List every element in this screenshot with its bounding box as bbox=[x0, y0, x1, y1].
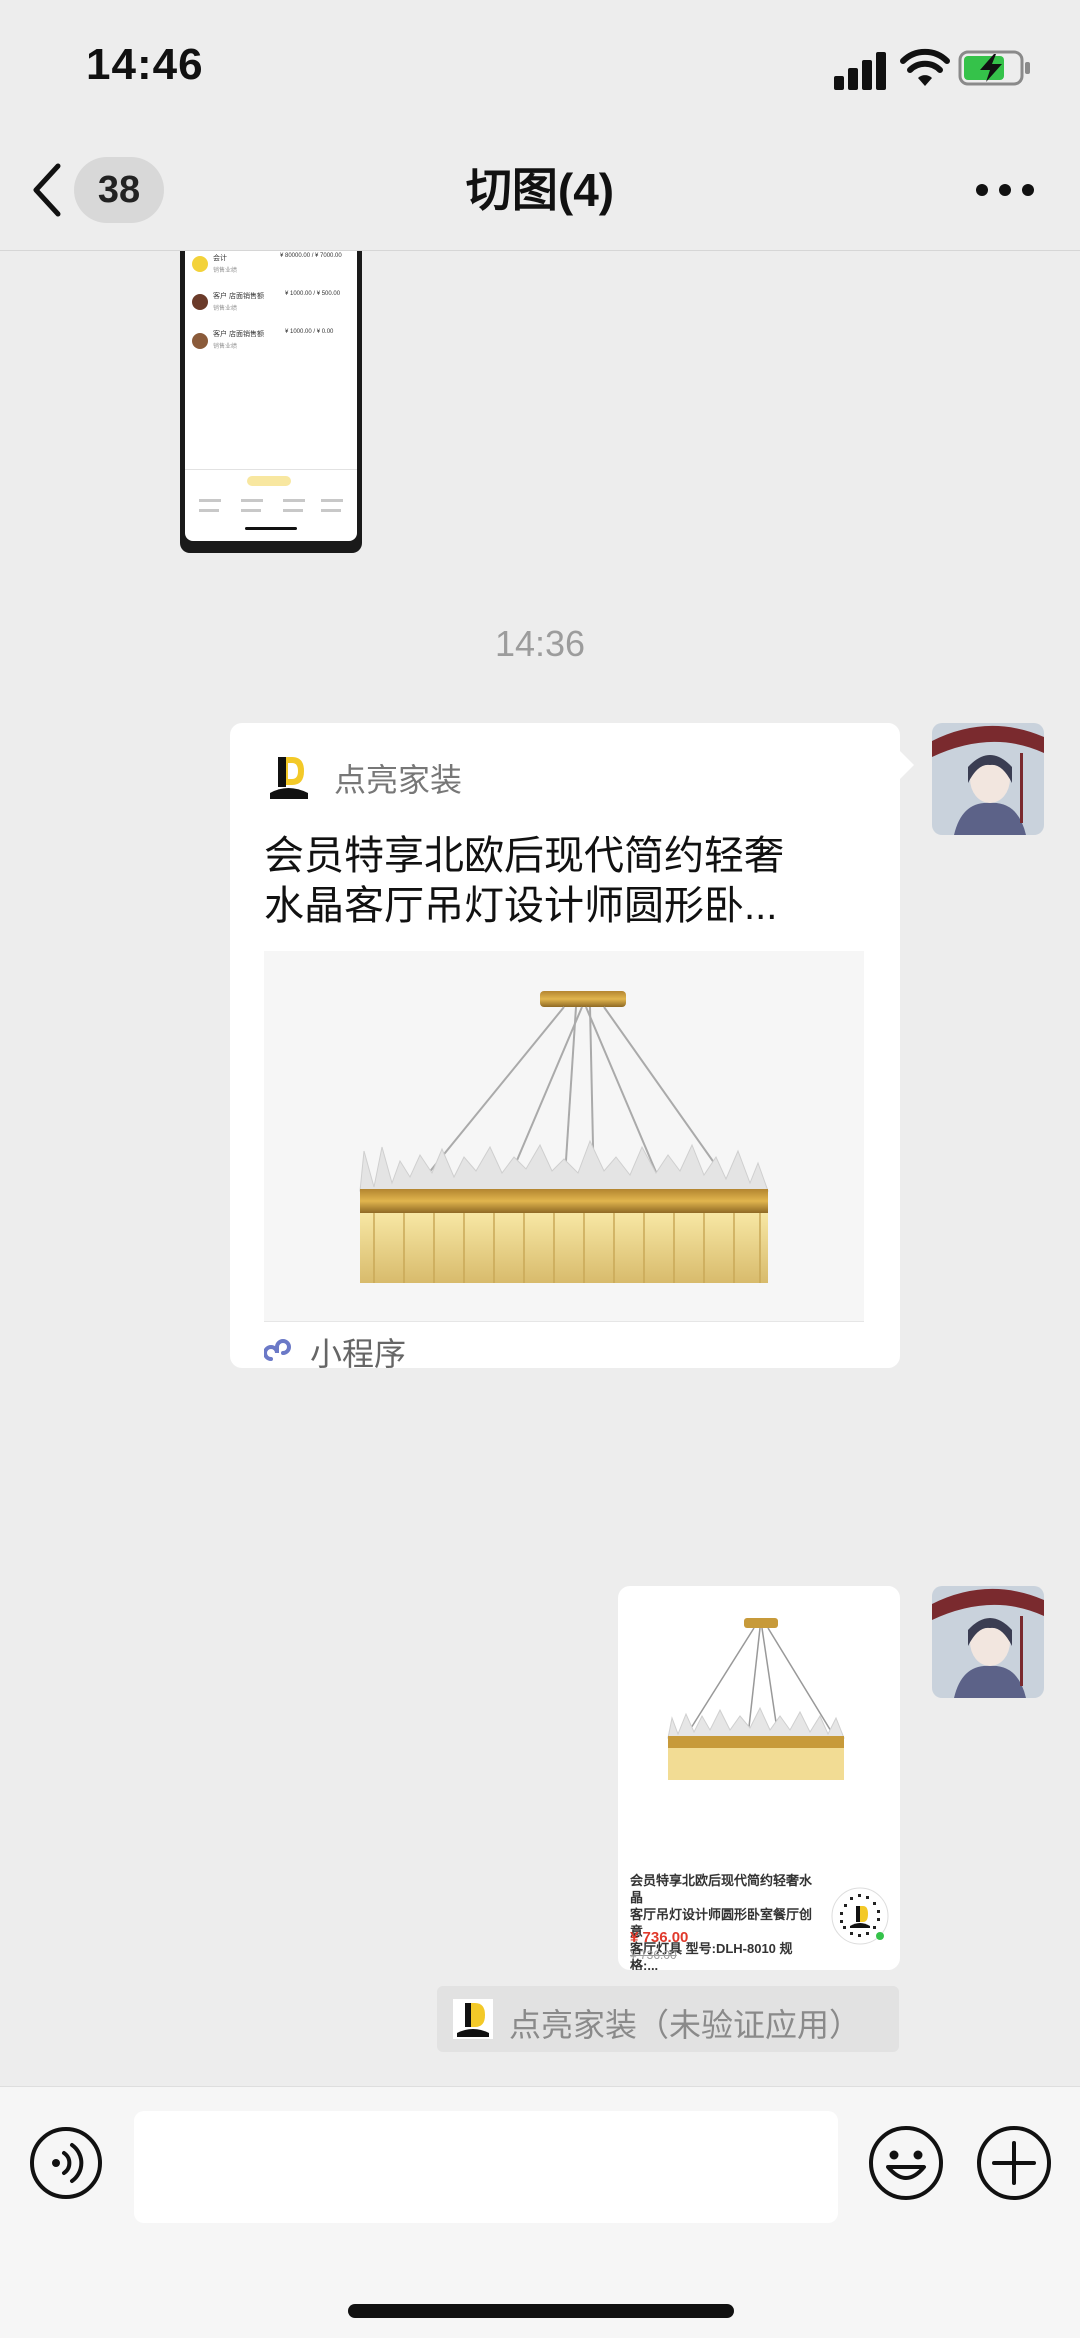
chat-messages[interactable]: 会计 销售业绩 ¥ 80000.00 / ¥ 7000.00 客户 店面销售额 … bbox=[0, 251, 1080, 2086]
emoji-button[interactable] bbox=[866, 2123, 946, 2203]
mini-program-card[interactable]: 点亮家装 会员特享北欧后现代简约轻奢 水晶客厅吊灯设计师圆形卧... 小程序 bbox=[230, 723, 914, 1372]
source-app-logo-icon bbox=[453, 1999, 493, 2039]
thumbnail-stat bbox=[283, 499, 305, 502]
battery-charging-icon bbox=[958, 50, 1030, 86]
more-dots-icon bbox=[976, 184, 1034, 196]
poster-chandelier-image bbox=[638, 1606, 880, 1846]
source-app-label: 点亮家装（未验证应用） bbox=[509, 2007, 862, 2043]
thumbnail-row-icon bbox=[192, 256, 208, 272]
thumbnail-row-name: 会计 bbox=[213, 255, 227, 262]
screenshot-thumbnail-message[interactable]: 会计 销售业绩 ¥ 80000.00 / ¥ 7000.00 客户 店面销售额 … bbox=[180, 251, 362, 553]
app-logo-icon bbox=[264, 753, 312, 801]
source-app-tag[interactable]: 点亮家装（未验证应用） bbox=[437, 1986, 899, 2052]
thumbnail-row-name: 客户 店面销售额 bbox=[213, 293, 264, 300]
thumbnail-row-amount: ¥ 1000.00 / ¥ 500.00 bbox=[285, 291, 341, 297]
thumbnail-stat bbox=[283, 509, 303, 512]
sender-avatar[interactable] bbox=[932, 1586, 1044, 1698]
poster-image-message[interactable]: 会员特享北欧后现代简约轻奢水晶 客厅吊灯设计师圆形卧室餐厅创意 客厅灯具 型号:… bbox=[618, 1586, 900, 1970]
mini-program-title: 会员特享北欧后现代简约轻奢 水晶客厅吊灯设计师圆形卧... bbox=[264, 831, 874, 931]
avatar-image bbox=[932, 1586, 1044, 1698]
thumbnail-stat bbox=[199, 499, 221, 502]
thumbnail-row-name: 客户 店面销售额 bbox=[213, 331, 264, 338]
card-divider bbox=[264, 1321, 864, 1322]
thumbnail-yellow-tag bbox=[247, 476, 291, 486]
thumbnail-screen: 会计 销售业绩 ¥ 80000.00 / ¥ 7000.00 客户 店面销售额 … bbox=[185, 251, 357, 541]
emoji-icon bbox=[869, 2126, 943, 2200]
unread-count-badge: 38 bbox=[74, 157, 164, 223]
plus-button[interactable] bbox=[974, 2123, 1054, 2203]
qr-code-icon bbox=[830, 1886, 890, 1946]
input-bar bbox=[0, 2086, 1080, 2338]
poster-title-line1: 会员特享北欧后现代简约轻奢水晶 bbox=[630, 1873, 813, 1905]
mini-program-app-name: 点亮家装 bbox=[334, 762, 463, 798]
thumbnail-stat bbox=[241, 499, 263, 502]
home-indicator[interactable] bbox=[348, 2304, 734, 2318]
thumbnail-row-sub: 销售业绩 bbox=[213, 344, 238, 350]
thumbnail-stat bbox=[199, 509, 219, 512]
poster-original-price: ¥ 736.00 bbox=[630, 1948, 677, 1962]
thumbnail-home-bar bbox=[245, 527, 297, 530]
chandelier-image bbox=[264, 951, 864, 1321]
wifi-icon bbox=[900, 48, 950, 86]
thumbnail-row-avatar bbox=[192, 333, 208, 349]
sender-avatar[interactable] bbox=[932, 723, 1044, 835]
back-button[interactable]: 38 bbox=[30, 148, 190, 232]
message-timestamp: 14:36 bbox=[494, 623, 586, 664]
status-time: 14:46 bbox=[86, 40, 204, 89]
mini-program-footer-label: 小程序 bbox=[310, 1336, 407, 1372]
avatar-image bbox=[932, 723, 1044, 835]
mini-program-title-line1: 会员特享北欧后现代简约轻奢 bbox=[264, 834, 784, 878]
voice-button[interactable] bbox=[28, 2125, 104, 2201]
thumbnail-stat bbox=[321, 499, 343, 502]
voice-icon bbox=[30, 2127, 102, 2199]
status-bar: 14:46 bbox=[0, 0, 1080, 130]
more-button[interactable] bbox=[960, 158, 1050, 222]
mini-program-icon bbox=[263, 1333, 298, 1367]
mini-program-title-line2: 水晶客厅吊灯设计师圆形卧... bbox=[264, 884, 778, 928]
thumbnail-row-amount: ¥ 1000.00 / ¥ 0.00 bbox=[285, 329, 334, 335]
bubble-tail bbox=[900, 751, 914, 779]
signal-icon bbox=[834, 52, 886, 90]
nav-bar: 切图(4) 38 bbox=[0, 130, 1080, 251]
thumbnail-row-avatar bbox=[192, 294, 208, 310]
thumbnail-divider bbox=[185, 469, 357, 470]
thumbnail-stat bbox=[321, 509, 341, 512]
thumbnail-row-amount: ¥ 80000.00 / ¥ 7000.00 bbox=[280, 253, 342, 259]
thumbnail-row-sub: 销售业绩 bbox=[213, 306, 238, 312]
thumbnail-stat bbox=[241, 509, 261, 512]
thumbnail-row-sub: 销售业绩 bbox=[213, 268, 238, 274]
plus-icon bbox=[977, 2126, 1051, 2200]
back-chevron-icon bbox=[33, 163, 61, 217]
poster-price: ¥ 736.00 bbox=[630, 1929, 689, 1946]
message-input[interactable] bbox=[134, 2111, 838, 2223]
